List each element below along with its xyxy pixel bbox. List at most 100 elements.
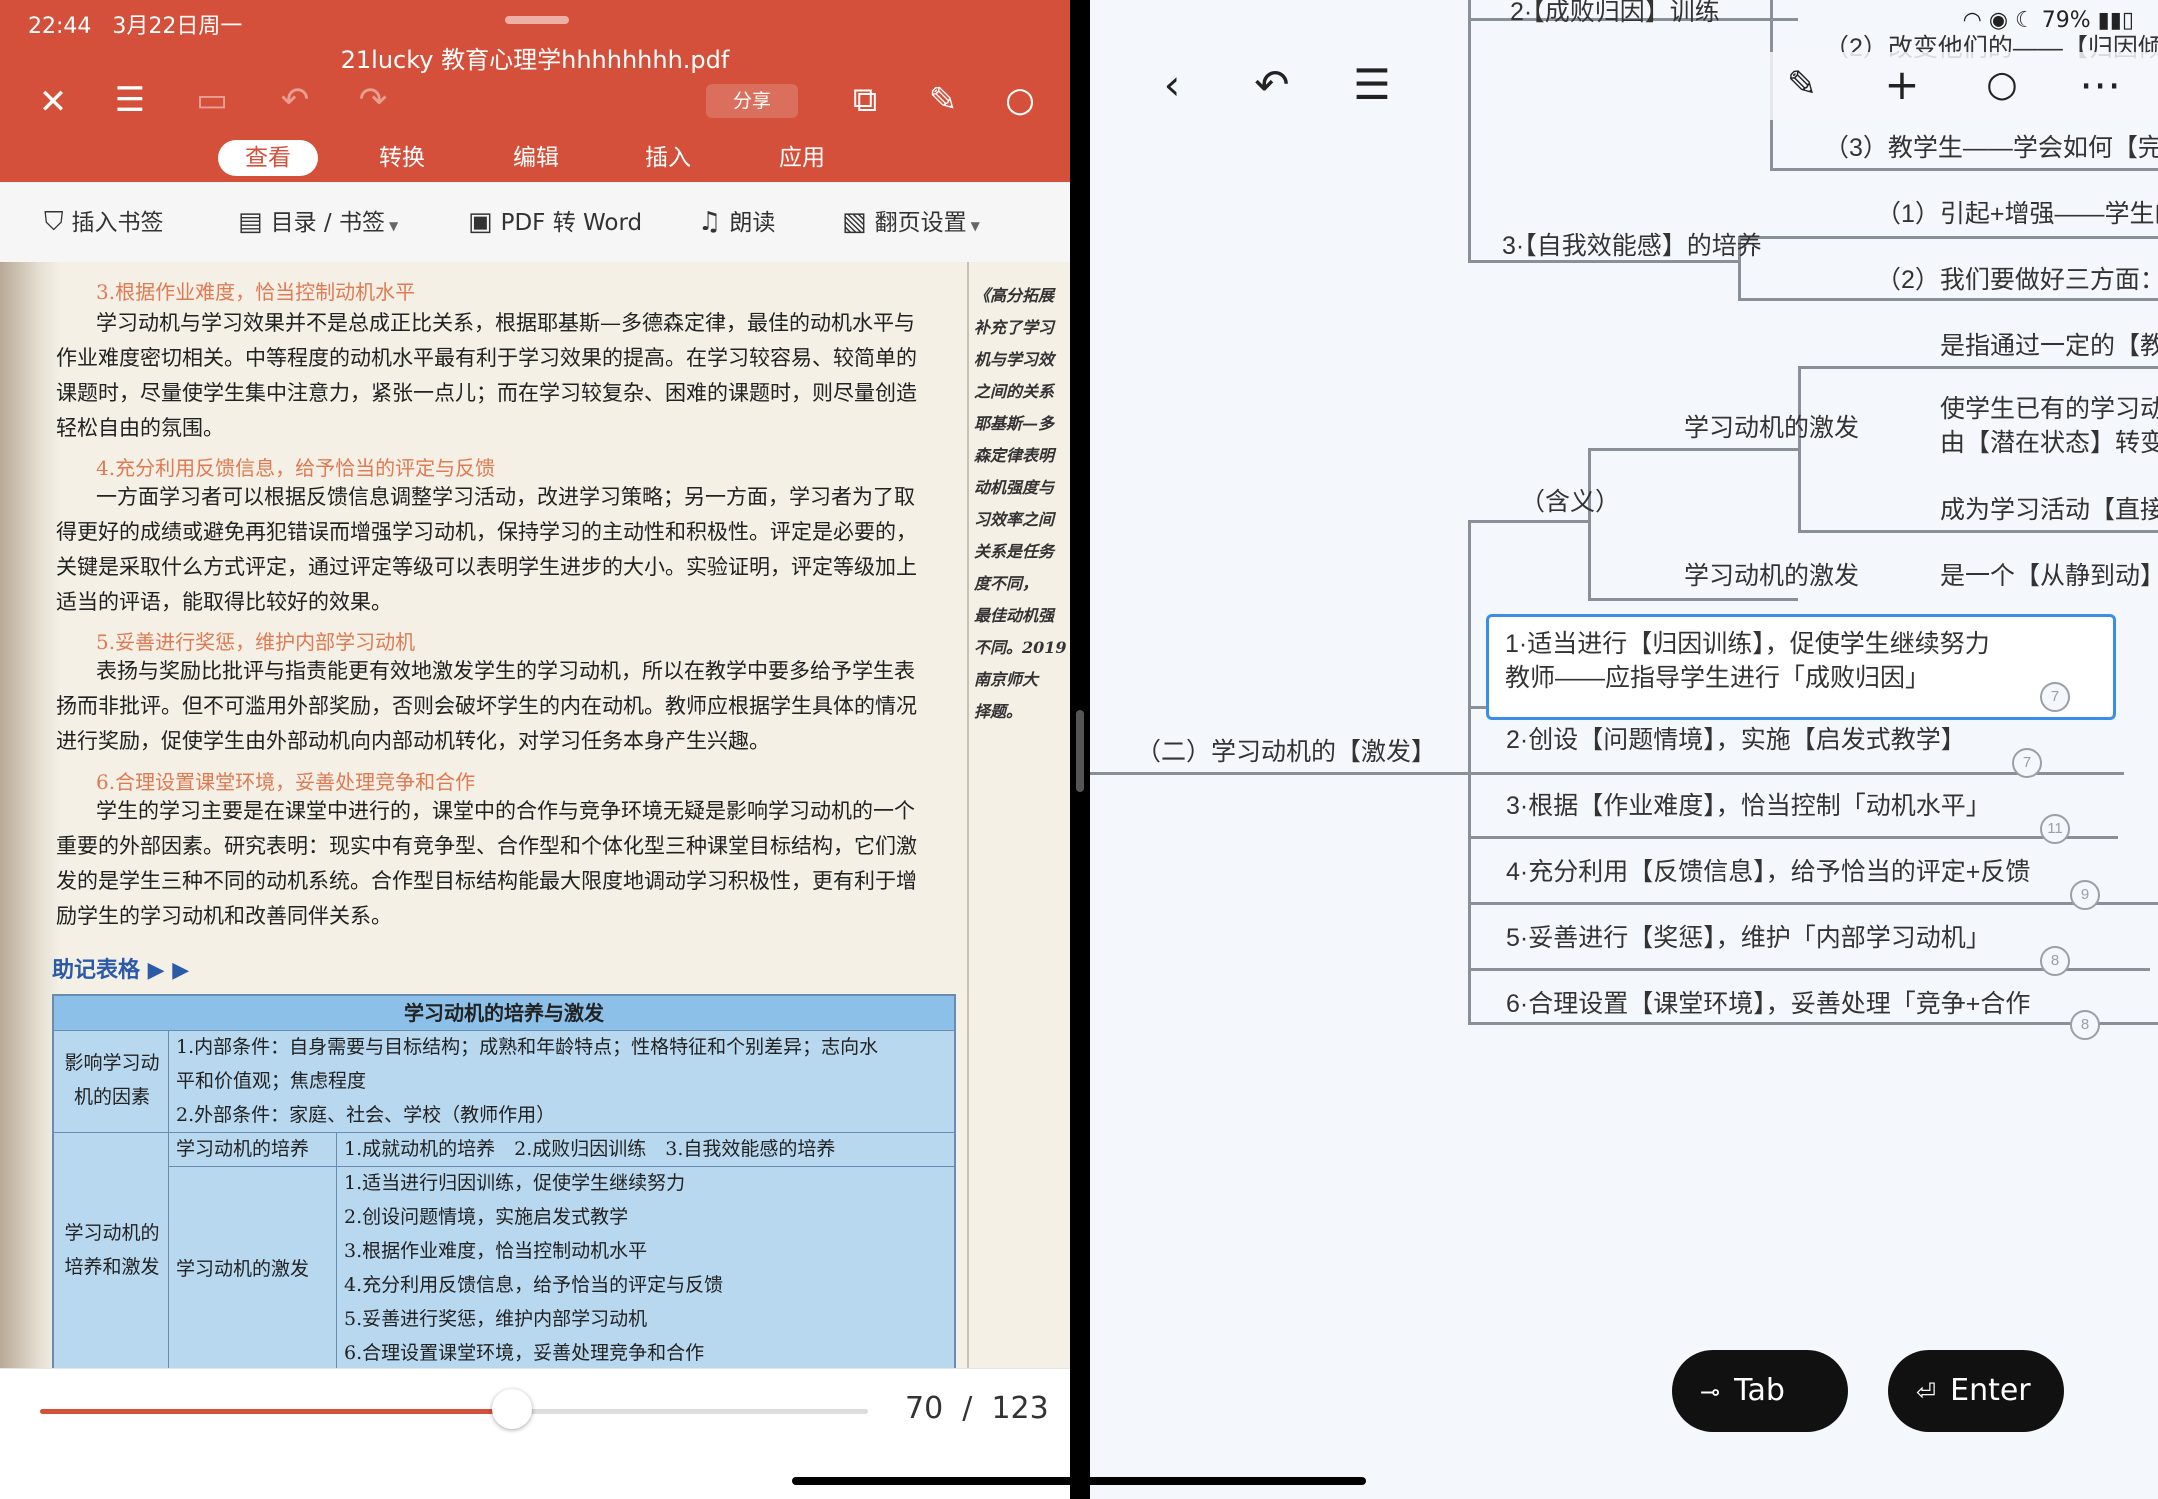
node-self-efficacy-2[interactable]: （2）我们要做好三方面： [1876,260,2158,296]
node-reward-punishment[interactable]: 5·妥善进行【奖惩】，维护「内部学习动机」 [1506,918,1991,954]
tab-edit[interactable]: 编辑 [486,140,586,176]
page-turn-settings-button[interactable]: ▧ 翻页设置 ▼ [842,204,980,240]
paragraph-line: 重要的外部因素。研究表明：现实中有竞争型、合作型和个体化型三种课堂目标结构，它们… [56,834,917,858]
connector-line [1468,0,1471,262]
node-def-3[interactable]: 成为学习活动【直接 [1940,490,2158,526]
root-node[interactable]: （二）学习动机的【激发】 [1136,732,1436,768]
undo-icon[interactable]: ↶ [270,80,320,120]
node-stimulation-1[interactable]: 学习动机的激发 [1684,408,1859,444]
collapsed-count-badge[interactable]: 11 [2040,814,2070,844]
search-icon[interactable]: ○ [1972,60,2032,110]
selected-node-text: 1·适当进行【归因训练】，促使学生继续努力 教师——应指导学生进行「成败归因」 [1505,627,1990,695]
page-slider-fill [40,1409,512,1414]
enter-key-button[interactable]: ⏎ Enter [1888,1350,2064,1432]
note-line: 南京师大 [974,670,1039,689]
memory-table: 学习动机的培养与激发 影响学习动 机的因素 1.内部条件：自身需要与目标结构；成… [52,994,956,1368]
paragraph-4: 一方面学习者可以根据反馈信息调整学习活动，改进学习策略；另一方面，学习者为了取 … [56,480,917,620]
node-line: 由【潜在状态】转变 [1940,429,2158,457]
tab-view[interactable]: 查看 [218,140,318,176]
node-line: 使学生已有的学习动 [1940,395,2158,423]
share-button[interactable]: 分享 [706,84,798,118]
insert-bookmark-button[interactable]: ⛉ 插入书签 [44,204,164,240]
table-title: 学习动机的培养与激发 [54,996,954,1031]
multiwindow-icon[interactable]: ⧉ [840,80,890,120]
cell-line: 3.根据作业难度，恰当控制动机水平 [344,1240,648,1262]
undo-icon[interactable]: ↶ [1242,60,1302,110]
note-line: 之间的关系 [974,382,1055,401]
home-indicator[interactable] [792,1477,1366,1485]
headphones-icon: ♫ [698,207,722,237]
tab-insert[interactable]: 插入 [618,140,718,176]
collapsed-count-badge[interactable]: 8 [2040,946,2070,976]
node-teach-students[interactable]: （3）教学生——学会如何【完 [1824,128,2158,164]
collapsed-count-badge[interactable]: 7 [2012,748,2042,778]
pen-icon[interactable]: ✎ [918,80,968,120]
node-task-difficulty[interactable]: 3·根据【作业难度】，恰当控制「动机水平」 [1506,786,1991,822]
note-line: 机与学习效 [974,350,1055,369]
window-grabber[interactable] [505,16,569,24]
page-indicator: 70 / 123 [905,1391,1049,1426]
pdf-to-word-button[interactable]: ▣ PDF 转 Word [468,204,642,240]
read-aloud-button[interactable]: ♫ 朗读 [698,204,775,240]
add-icon[interactable]: + [1872,60,1932,110]
stimulate-sub-label: 学习动机的激发 [176,1258,310,1280]
brush-icon[interactable]: ✎ [1772,60,1832,110]
collapsed-count-badge[interactable]: 7 [2040,682,2070,712]
save-icon[interactable]: ▭ [187,80,237,120]
stimulate-items: 1.适当进行归因训练，促使学生继续努力 2.创设问题情境，实施启发式教学 3.根… [344,1166,723,1368]
cell-line: 5.妥善进行奖惩，维护内部学习动机 [344,1308,648,1330]
paragraph-3: 学习动机与学习效果并不是总成正比关系，根据耶基斯—多德森定律，最佳的动机水平与 … [56,306,917,446]
node-stimulation-2[interactable]: 学习动机的激发 [1684,556,1859,592]
node-def-2[interactable]: 使学生已有的学习动 由【潜在状态】转变 [1940,392,2158,460]
back-icon[interactable]: ‹ [1142,60,1202,110]
page-slider[interactable] [40,1389,868,1429]
note-line: 关系是任务 [974,542,1055,561]
search-icon[interactable]: ○ [995,80,1045,120]
cultivate-sub-label: 学习动机的培养 [176,1138,310,1160]
page-slider-knob[interactable] [491,1389,532,1429]
split-view-handle[interactable] [1076,710,1084,792]
cell-line: 6.合理设置课堂环境，妥善处理竞争和合作 [344,1342,705,1364]
node-self-efficacy-1[interactable]: （1）引起+增强——学生的 [1876,194,2158,230]
tab-convert[interactable]: 转换 [352,140,452,176]
note-line: 《高分拓展 [974,286,1055,305]
menu-icon[interactable]: ☰ [105,80,155,120]
cell-line: 机的因素 [73,1086,150,1108]
margin-note: 《高分拓展 补充了学习 机与学习效 之间的关系 耶基斯—多 森定律表明 动机强度… [974,280,1070,728]
cell-line: 影响学习动 [64,1052,160,1074]
connector-line [1588,448,1591,600]
enter-key-label: Enter [1950,1373,2031,1408]
cell-line: 平和价值观；焦虑程度 [176,1070,367,1092]
cell-line: 4.充分利用反馈信息，给予恰当的评定与反馈 [344,1274,724,1296]
list-icon: ▤ [238,207,263,237]
paragraph-line: 发的是学生三种不同的动机系统。合作型目标结构能最大限度地调动学习积极性，更有利于… [56,869,917,893]
view-subtoolbar: ⛉ 插入书签 ▤ 目录 / 书签 ▼ ▣ PDF 转 Word ♫ 朗读 ▧ 翻页设置 ▼ [0,182,1070,263]
node-definition[interactable]: （含义） [1520,482,1620,518]
redo-icon[interactable]: ↷ [348,80,398,120]
more-icon[interactable]: ⋯ [2070,60,2130,110]
node-self-efficacy[interactable]: 3·【自我效能感】的培养 [1502,226,1762,262]
node-def-4[interactable]: 是一个【从静到动】 [1940,556,2158,592]
cell-line: 2.外部条件：家庭、社会、学校（教师作用） [176,1104,556,1126]
pdf-page[interactable]: 3.根据作业难度，恰当控制动机水平 学习动机与学习效果并不是总成正比关系，根据耶… [0,262,1070,1368]
tab-key-button[interactable]: ⊸ Tab [1672,1350,1848,1432]
collapsed-count-badge[interactable]: 9 [2070,880,2100,910]
selected-node[interactable]: 1·适当进行【归因训练】，促使学生继续努力 教师——应指导学生进行「成败归因」 [1486,614,2116,720]
tab-key-icon: ⊸ [1700,1378,1721,1406]
pdf-toolbar: 22:44 3月22日周一 21lucky 教育心理学hhhhhhhh.pdf … [0,0,1070,182]
node-feedback[interactable]: 4·充分利用【反馈信息】，给予恰当的评定+反馈 [1506,852,2030,888]
cell-line: 1.内部条件：自身需要与目标结构；成熟和年龄特点；性格特征和个别差异；志向水 [176,1036,879,1058]
node-line: 教师——应指导学生进行「成败归因」 [1505,664,1931,692]
cell-line: 2.创设问题情境，实施启发式教学 [344,1206,629,1228]
outline-list-icon[interactable]: ☰ [1342,60,1402,110]
paragraph-line: 扬而非批评。但不可滥用外部奖励，否则会破坏学生的内在动机。教师应根据学生具体的情… [56,694,917,718]
node-attribution-training[interactable]: 2·【成败归因】训练 [1510,0,1720,28]
close-icon[interactable]: ✕ [28,82,78,122]
toc-bookmark-button[interactable]: ▤ 目录 / 书签 ▼ [238,204,398,240]
node-classroom-environment[interactable]: 6·合理设置【课堂环境】，妥善处理「竞争+合作 [1506,984,2030,1020]
tab-apps[interactable]: 应用 [752,140,852,176]
node-line: 1·适当进行【归因训练】，促使学生继续努力 [1505,630,1990,658]
node-problem-situation[interactable]: 2·创设【问题情境】，实施【启发式教学】 [1506,720,1966,756]
collapsed-count-badge[interactable]: 8 [2070,1010,2100,1040]
node-def-1[interactable]: 是指通过一定的【教 [1940,326,2158,362]
